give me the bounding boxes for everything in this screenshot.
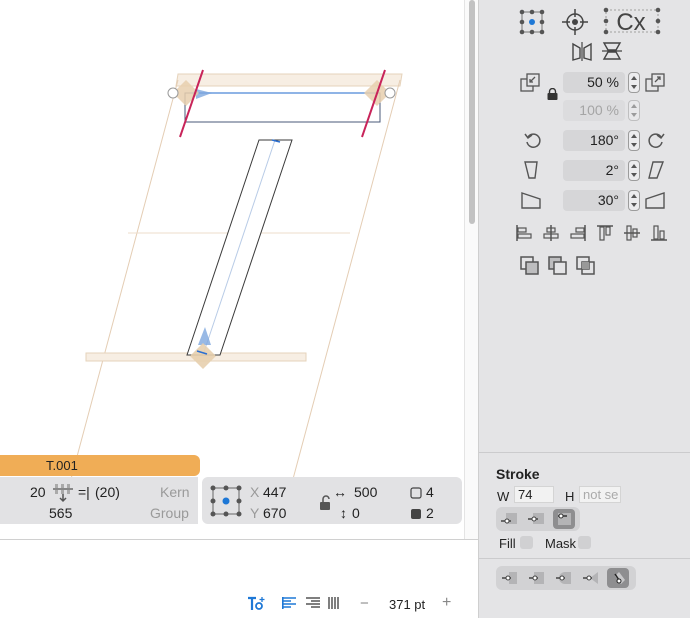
scale-y-stepper	[628, 100, 640, 121]
cap-square[interactable]	[526, 568, 548, 588]
align-horizontal-centers-icon[interactable]	[542, 224, 560, 247]
component-cx-icon[interactable]: Cx	[603, 6, 661, 41]
selected-count: 2	[426, 505, 434, 521]
lsb-value[interactable]: 20	[30, 484, 46, 500]
stroke-position-selector[interactable]	[496, 507, 580, 531]
fill-label: Fill	[499, 536, 516, 551]
rotate-stepper[interactable]	[628, 130, 640, 151]
align-top-edges-icon[interactable]	[596, 224, 614, 247]
reference-point-icon[interactable]	[210, 485, 242, 520]
cap-height-zone	[175, 73, 403, 87]
cap-pointed[interactable]	[580, 568, 602, 588]
mask-checkbox[interactable]	[578, 536, 591, 549]
group-label[interactable]: Group	[150, 505, 189, 521]
handle-left[interactable]	[167, 87, 179, 99]
slant-right-icon[interactable]	[647, 161, 665, 184]
rsb-label: =|	[78, 484, 90, 500]
stroke-position-left[interactable]	[499, 509, 521, 529]
rsb-value[interactable]: (20)	[95, 484, 120, 500]
cap-round[interactable]	[553, 568, 575, 588]
kern-label[interactable]: Kern	[160, 484, 190, 500]
stroke-h-label: H	[565, 489, 575, 504]
x-label: X	[250, 484, 260, 500]
decrease-size-button[interactable]: −	[360, 595, 369, 612]
slant-field[interactable]: 2°	[563, 160, 625, 181]
canvas-divider	[0, 539, 478, 540]
width-value[interactable]: 500	[354, 484, 377, 500]
stem-stroke-path	[202, 139, 276, 356]
height-symbol: ↕	[340, 505, 347, 521]
stroke-width-input[interactable]: 74	[514, 486, 554, 503]
stroke-title: Stroke	[496, 466, 540, 482]
x-value[interactable]: 447	[263, 484, 286, 500]
cx-label: Cx	[616, 9, 645, 36]
t-crossbar-outline	[184, 92, 381, 123]
scrollbar-thumb[interactable]	[469, 0, 475, 224]
align-left-edges-icon[interactable]	[515, 224, 533, 247]
transform-origin-icon[interactable]	[519, 9, 545, 40]
glyph-editor-window: T.001 20 =| (20) Kern 565 Group X 447 Y …	[0, 0, 690, 618]
metrics-info-box: 20 =| (20) Kern 565 Group	[0, 477, 198, 524]
stroke-position-center[interactable]	[526, 509, 548, 529]
stroke-height-input[interactable]: not se	[579, 486, 621, 503]
proportion-lock-icon[interactable]	[547, 87, 558, 105]
slant-stepper[interactable]	[628, 160, 640, 181]
nodes-square-icon	[410, 486, 422, 502]
skew-field[interactable]: 30°	[563, 190, 625, 211]
stroke-w-label: W	[497, 489, 510, 504]
skew-stepper[interactable]	[628, 190, 640, 211]
mask-label: Mask	[545, 536, 577, 551]
selection-info-box: X 447 Y 670 ↔ 500 ↕ 0 4 2	[202, 477, 462, 524]
text-tool-icon[interactable]	[246, 595, 266, 616]
lock-open-icon[interactable]	[319, 495, 333, 514]
height-value[interactable]: 0	[352, 505, 360, 521]
skew-right-icon[interactable]	[645, 191, 665, 214]
glyph-name-tab[interactable]: T.001	[0, 455, 200, 476]
y-value[interactable]: 670	[263, 505, 286, 521]
align-left-icon[interactable]	[282, 597, 296, 612]
stroke-position-right[interactable]	[553, 509, 575, 529]
rotate-ccw-icon[interactable]	[524, 131, 542, 154]
align-vertical-centers-icon[interactable]	[623, 224, 641, 247]
align-right-icon[interactable]	[306, 597, 320, 612]
y-label: Y	[250, 505, 260, 521]
left-metric-line	[59, 79, 179, 521]
fill-checkbox[interactable]	[520, 536, 533, 549]
right-metric-line	[281, 79, 401, 521]
scale-stepper[interactable]	[628, 72, 640, 93]
intersect-icon[interactable]	[576, 256, 596, 281]
font-size-value[interactable]: 371 pt	[389, 597, 425, 612]
scale-field[interactable]: 50 %	[563, 72, 625, 93]
cap-butt[interactable]	[499, 568, 521, 588]
skew-left-icon[interactable]	[521, 191, 541, 214]
stroke-cap-selector[interactable]	[496, 566, 636, 590]
scale-down-icon[interactable]	[520, 73, 540, 98]
canvas-vertical-scrollbar[interactable]	[464, 0, 478, 540]
crosshair-icon[interactable]	[561, 8, 589, 41]
panel-separator-2	[479, 558, 690, 559]
advance-width-value[interactable]: 565	[49, 505, 72, 521]
rotate-field[interactable]: 180°	[563, 130, 625, 151]
rotate-cw-icon[interactable]	[647, 131, 665, 154]
transform-panel: Cx 50 % 100 % 180° 2° 30° Stroke W 74 H …	[478, 0, 690, 618]
text-toolbar: − 371 pt +	[0, 590, 478, 618]
vertical-text-icon[interactable]	[328, 597, 341, 612]
flip-horizontal-icon[interactable]	[571, 41, 593, 66]
nodes-count: 4	[426, 484, 434, 500]
scale-up-icon[interactable]	[645, 73, 665, 98]
align-right-edges-icon[interactable]	[569, 224, 587, 247]
width-symbol: ↔	[333, 484, 347, 500]
slant-left-icon[interactable]	[523, 161, 541, 184]
cap-angled[interactable]	[607, 568, 629, 588]
selected-square-icon	[410, 507, 422, 523]
union-icon[interactable]	[520, 256, 540, 281]
align-bottom-edges-icon[interactable]	[650, 224, 668, 247]
width-link-icon[interactable]	[52, 481, 74, 506]
subtract-icon[interactable]	[548, 256, 568, 281]
scale-y-field: 100 %	[563, 100, 625, 121]
increase-size-button[interactable]: +	[442, 594, 451, 612]
panel-separator	[479, 452, 690, 453]
flip-vertical-icon[interactable]	[601, 41, 623, 66]
handle-right[interactable]	[384, 87, 396, 99]
